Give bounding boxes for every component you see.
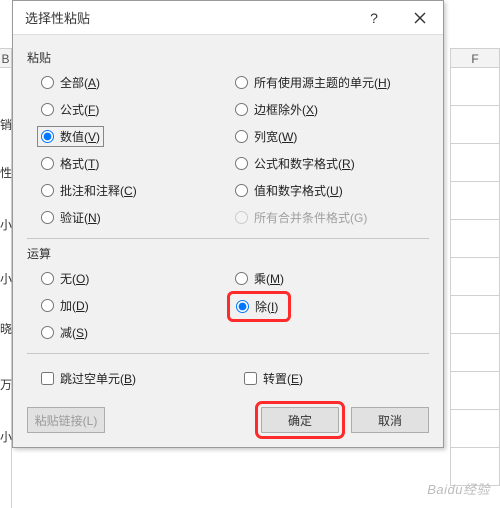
- cancel-button[interactable]: 取消: [351, 407, 429, 433]
- radio-validation[interactable]: 验证(N): [41, 209, 235, 226]
- operation-options: 无(O) 加(D) 减(S) 乘(M) 除(I): [27, 268, 429, 343]
- row-stub: 性: [0, 164, 12, 181]
- paste-group-label: 粘贴: [27, 49, 429, 66]
- radio-divide[interactable]: 除(I): [236, 298, 278, 315]
- paste-options: 全部(A) 公式(F) 数值(V) 格式(T) 批注和注释(C) 验证(N) 所…: [27, 72, 429, 228]
- row-stub: 万: [0, 376, 12, 393]
- check-skip-blanks[interactable]: 跳过空单元(B): [41, 370, 226, 387]
- separator: [27, 238, 429, 239]
- divide-highlight: 除(I): [227, 291, 291, 322]
- check-transpose[interactable]: 转置(E): [244, 370, 429, 387]
- grid-cell[interactable]: [450, 296, 500, 334]
- row-stub: 销: [0, 116, 12, 133]
- row-stub: 小: [0, 270, 12, 287]
- close-icon: [414, 12, 426, 24]
- grid-cell[interactable]: [450, 334, 500, 372]
- radio-merge-conditional: 所有合并条件格式(G): [235, 209, 429, 226]
- radio-formulas[interactable]: 公式(F): [41, 101, 235, 118]
- paste-link-button: 粘贴链接(L): [27, 407, 105, 433]
- titlebar: 选择性粘贴 ?: [13, 1, 443, 35]
- grid-cell[interactable]: [450, 182, 500, 220]
- row-stub: 小: [0, 428, 12, 445]
- radio-source-theme[interactable]: 所有使用源主题的单元(H): [235, 74, 429, 91]
- radio-multiply[interactable]: 乘(M): [235, 270, 429, 287]
- row-stub: 晓: [0, 320, 12, 337]
- help-button[interactable]: ?: [351, 1, 397, 35]
- operation-group-label: 运算: [27, 245, 429, 262]
- radio-no-borders[interactable]: 边框除外(X): [235, 101, 429, 118]
- radio-column-widths[interactable]: 列宽(W): [235, 128, 429, 145]
- col-header-f[interactable]: F: [450, 48, 500, 68]
- grid-cell[interactable]: [450, 410, 500, 448]
- row-stub: 小: [0, 216, 12, 233]
- col-header-b[interactable]: B: [0, 48, 12, 68]
- radio-formulas-number-formats[interactable]: 公式和数字格式(R): [235, 155, 429, 172]
- grid-cell[interactable]: [450, 68, 500, 106]
- separator: [27, 353, 429, 354]
- grid-cell[interactable]: [450, 372, 500, 410]
- radio-comments[interactable]: 批注和注释(C): [41, 182, 235, 199]
- grid-cell[interactable]: [450, 106, 500, 144]
- close-button[interactable]: [397, 1, 443, 35]
- watermark: Baidu经验: [427, 479, 490, 498]
- radio-values-number-formats[interactable]: 值和数字格式(U): [235, 182, 429, 199]
- radio-values[interactable]: 数值(V): [37, 126, 104, 147]
- radio-add[interactable]: 加(D): [41, 297, 235, 314]
- paste-special-dialog: 选择性粘贴 ? 粘贴 全部(A) 公式(F) 数值(V) 格式(T) 批注和注释…: [12, 0, 444, 448]
- grid-cell[interactable]: [450, 220, 500, 258]
- dialog-title: 选择性粘贴: [25, 8, 351, 27]
- radio-all[interactable]: 全部(A): [41, 74, 235, 91]
- radio-subtract[interactable]: 减(S): [41, 324, 235, 341]
- grid-cell[interactable]: [450, 144, 500, 182]
- ok-button[interactable]: 确定: [261, 407, 339, 433]
- radio-formats[interactable]: 格式(T): [41, 155, 235, 172]
- radio-none[interactable]: 无(O): [41, 270, 235, 287]
- grid-cell[interactable]: [450, 258, 500, 296]
